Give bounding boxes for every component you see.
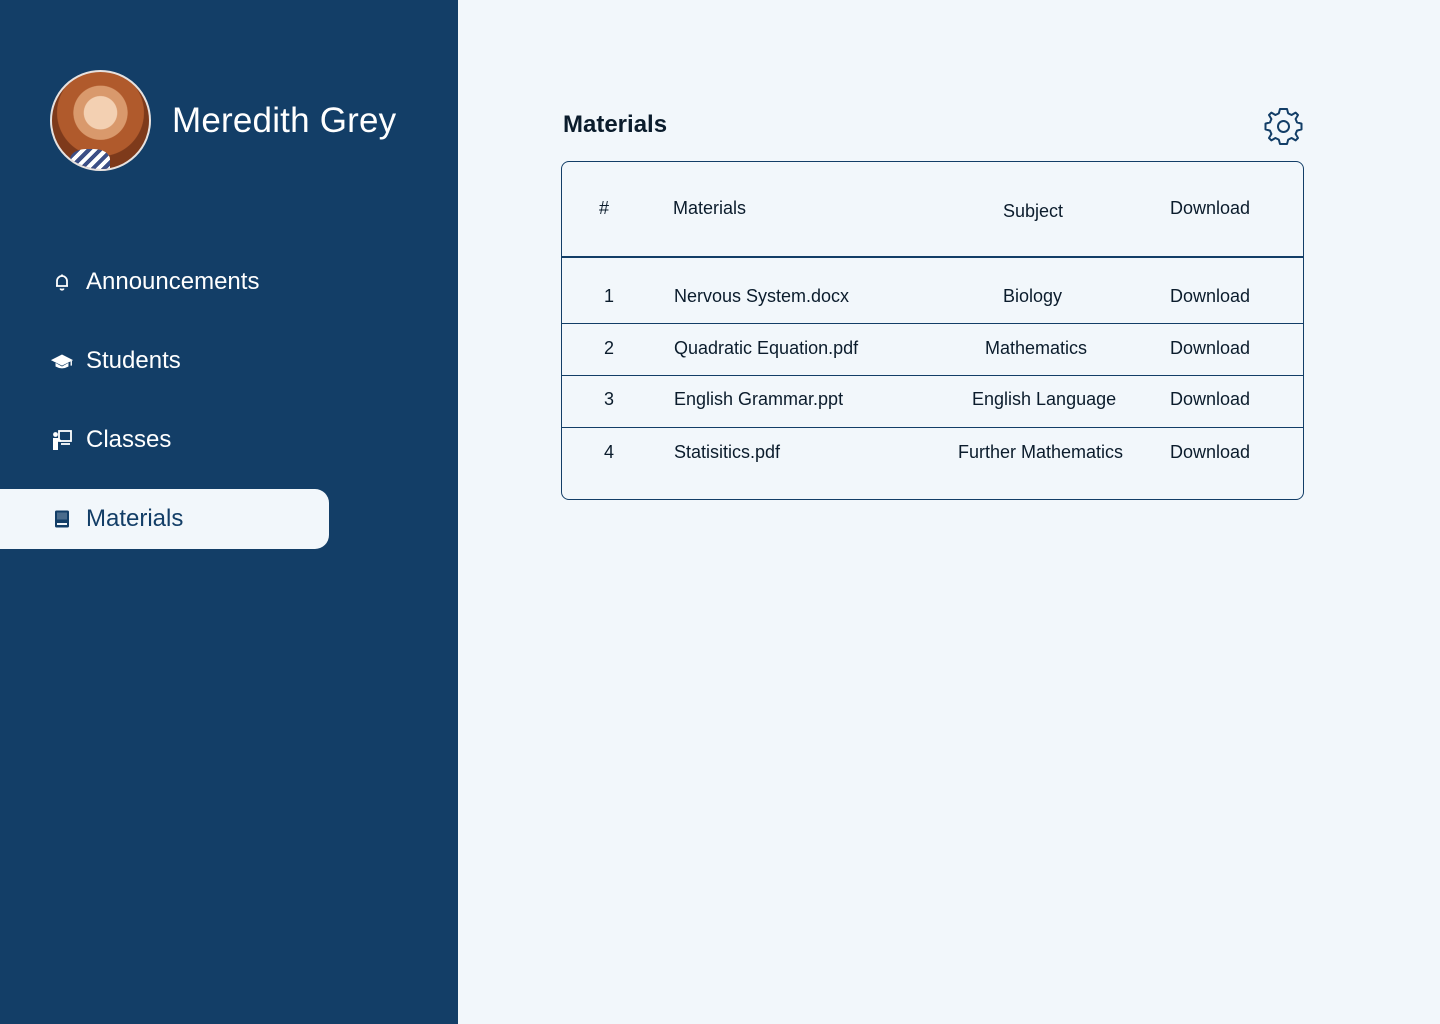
table-row: 2 Quadratic Equation.pdf Mathematics Dow… (562, 324, 1303, 376)
sidebar-item-classes[interactable]: Classes (0, 410, 329, 470)
column-header-materials: Materials (673, 198, 747, 218)
sidebar-item-students[interactable]: Students (0, 331, 329, 391)
column-header-number: # (599, 198, 610, 218)
download-link[interactable]: Download (1170, 286, 1250, 307)
material-subject: Further Mathematics (958, 442, 1124, 462)
settings-button[interactable] (1262, 105, 1305, 148)
sidebar-item-announcements[interactable]: Announcements (0, 252, 329, 312)
row-number: 1 (604, 286, 615, 306)
sidebar: Meredith Grey Announcements Students Cla… (0, 0, 458, 1024)
row-number: 3 (604, 389, 615, 409)
table-row: 4 Statisitics.pdf Further Mathematics Do… (562, 428, 1303, 480)
row-number: 2 (604, 338, 615, 358)
materials-table: # Materials Subject Download 1 Nervous S… (561, 161, 1304, 500)
table-row: 3 English Grammar.ppt English Language D… (562, 376, 1303, 428)
sidebar-item-label: Students (86, 347, 181, 374)
sidebar-item-label: Announcements (86, 268, 260, 295)
user-name: Meredith Grey (172, 100, 397, 140)
material-subject: English Language (972, 389, 1117, 409)
sidebar-item-materials[interactable]: Materials (0, 489, 329, 549)
column-header-download: Download (1170, 198, 1251, 218)
user-profile: Meredith Grey (50, 70, 396, 171)
material-name: Statisitics.pdf (674, 442, 781, 462)
material-name: Nervous System.docx (674, 286, 850, 306)
table-header: # Materials Subject Download (562, 162, 1303, 258)
row-number: 4 (604, 442, 615, 462)
page-title: Materials (563, 111, 668, 138)
gear-icon (1264, 108, 1303, 145)
material-name: Quadratic Equation.pdf (674, 338, 859, 358)
material-name: English Grammar.ppt (674, 389, 844, 409)
teacher-board-icon (50, 428, 74, 452)
bell-icon (50, 270, 74, 294)
table-row: 1 Nervous System.docx Biology Download (562, 272, 1303, 324)
material-subject: Biology (1003, 286, 1063, 306)
avatar (50, 70, 151, 171)
download-link[interactable]: Download (1170, 442, 1250, 463)
graduation-cap-icon (50, 349, 74, 373)
sidebar-item-label: Materials (86, 505, 184, 532)
download-link[interactable]: Download (1170, 389, 1250, 410)
book-icon (50, 507, 74, 531)
material-subject: Mathematics (985, 338, 1088, 358)
column-header-subject: Subject (1003, 201, 1064, 221)
download-link[interactable]: Download (1170, 338, 1250, 359)
sidebar-item-label: Classes (86, 426, 172, 453)
